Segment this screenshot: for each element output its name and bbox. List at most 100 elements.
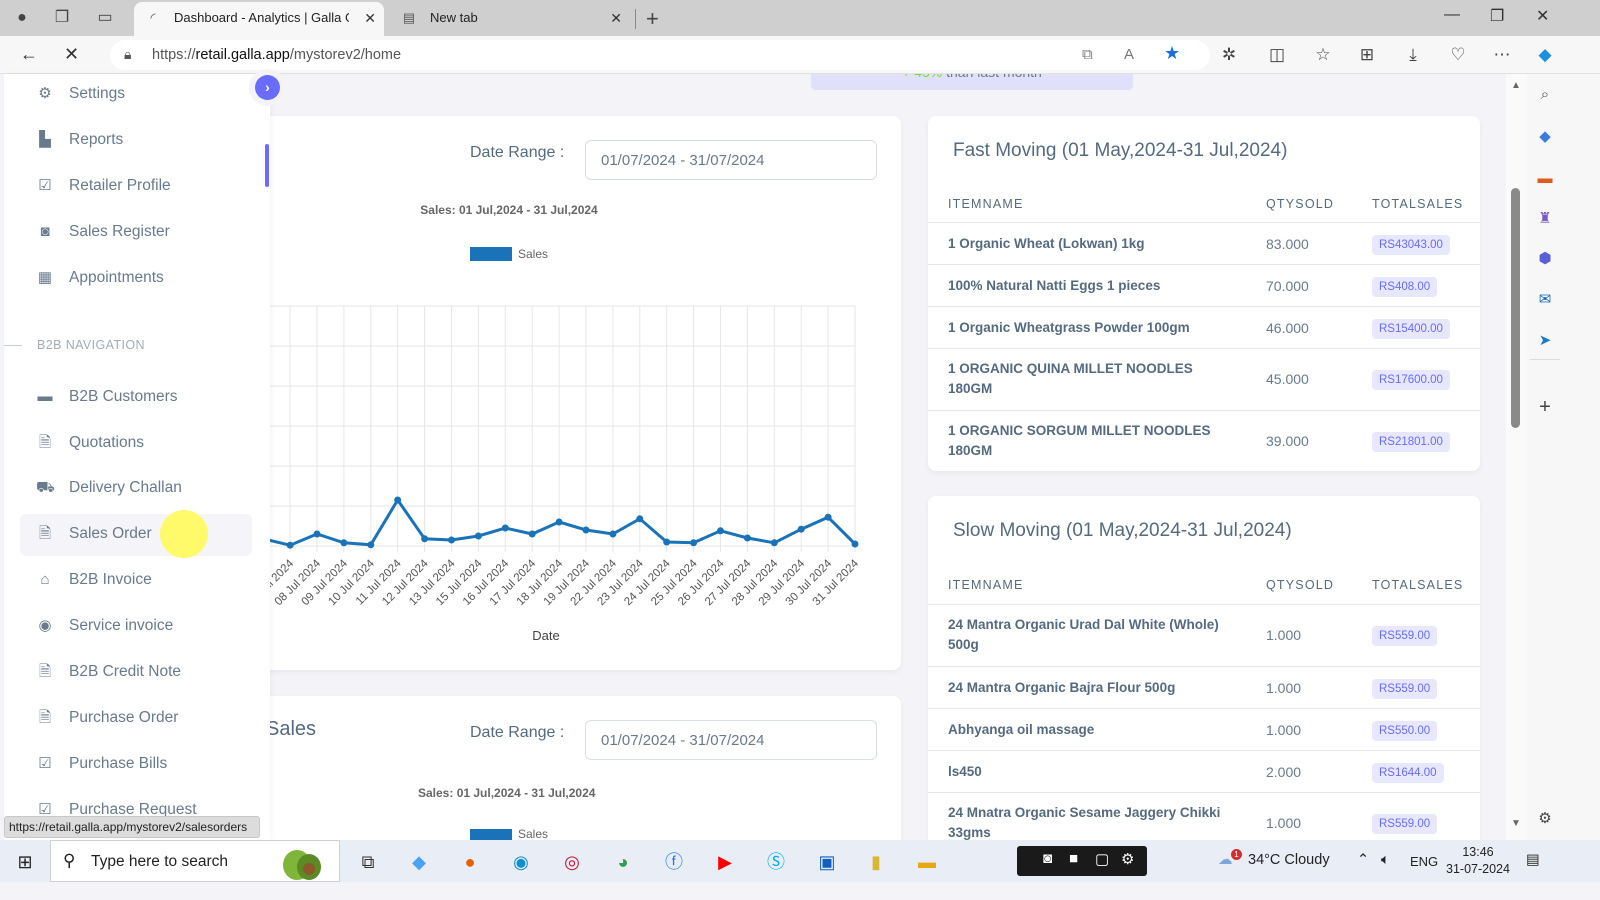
edge-icon[interactable]: ◉	[508, 850, 534, 874]
data-point[interactable]	[851, 540, 859, 548]
table-row[interactable]: Abhyanga oil massage 1.000 RS550.00	[928, 708, 1480, 750]
sidebar-item-settings[interactable]: ⚙ Settings	[20, 74, 252, 116]
new-tab-button[interactable]: +	[646, 6, 659, 32]
app-icon[interactable]: ▮	[863, 850, 889, 874]
table-row[interactable]: 1 Organic Wheatgrass Powder 100gm 46.000…	[928, 306, 1480, 348]
table-row[interactable]: ls450 2.000 RS1644.00	[928, 750, 1480, 792]
volume-icon[interactable]: 🔈︎	[1381, 852, 1390, 868]
stop-loading-button[interactable]: ✕	[64, 44, 79, 65]
settings-gear-icon[interactable]: ⚙	[1534, 808, 1556, 830]
data-point[interactable]	[663, 538, 671, 546]
data-point[interactable]	[286, 541, 294, 549]
store-icon[interactable]: ▣	[814, 850, 840, 874]
data-point[interactable]	[690, 539, 698, 547]
data-point[interactable]	[474, 532, 482, 540]
data-point[interactable]	[636, 515, 644, 523]
favorites-icon[interactable]: ☆	[1312, 45, 1334, 65]
table-row[interactable]: 1 Organic Wheat (Lokwan) 1kg 83.000 RS43…	[928, 222, 1480, 264]
close-tab-icon[interactable]: ✕	[364, 2, 376, 34]
copilot-app-icon[interactable]: ◆	[406, 850, 432, 874]
scroll-up-arrow[interactable]: ▲	[1511, 80, 1521, 91]
data-point[interactable]	[555, 518, 563, 526]
data-point[interactable]	[448, 536, 455, 544]
data-point[interactable]	[609, 530, 617, 538]
date-range-input[interactable]: 01/07/2024 - 31/07/2024	[585, 720, 877, 760]
extensions-icon[interactable]: ✲	[1218, 45, 1240, 65]
sidebar-item-purchase-order[interactable]: 🗎︎ Purchase Order	[20, 698, 252, 740]
table-row[interactable]: 1 ORGANIC QUINA MILLET NOODLES 180GM 45.…	[928, 348, 1480, 410]
data-point[interactable]	[501, 524, 509, 532]
sidebar-item-service-invoice[interactable]: ◉ Service invoice	[20, 606, 252, 648]
tab-new-tab[interactable]: ▤ New tab ✕	[390, 2, 630, 36]
restore-button[interactable]: ❐	[1490, 6, 1504, 26]
search-icon[interactable]: ⌕	[1534, 84, 1556, 106]
sidebar-item-sales-order[interactable]: 🗎︎ Sales Order	[20, 514, 252, 556]
minimize-button[interactable]: —	[1444, 6, 1460, 24]
windows-start-icon[interactable]: ⊞	[12, 850, 38, 874]
taskbar-search[interactable]: ⚲ Type here to search	[50, 840, 340, 882]
date-range-input[interactable]: 01/07/2024 - 31/07/2024	[585, 140, 877, 180]
collections-icon[interactable]: ⊞	[1356, 45, 1378, 65]
scroll-down-arrow[interactable]: ▼	[1511, 818, 1521, 829]
sidebar-item-delivery-challan[interactable]: ⛟ Delivery Challan	[20, 468, 252, 510]
games-icon[interactable]: ♜	[1534, 208, 1556, 230]
sidebar-item-retailer-profile[interactable]: ☑ Retailer Profile	[20, 166, 252, 208]
sidebar-item-b2b-credit-note[interactable]: 🗎︎ B2B Credit Note	[20, 652, 252, 694]
file-explorer-icon[interactable]: ▬	[914, 850, 940, 874]
data-point[interactable]	[340, 539, 348, 547]
copilot-icon[interactable]: ◆	[1534, 45, 1556, 65]
skype-icon[interactable]: Ⓢ	[763, 850, 789, 874]
chrome-icon[interactable]: ◕	[610, 850, 636, 874]
address-bar[interactable]: 🔒︎ https://retail.galla.app/mystorev2/ho…	[110, 40, 1210, 70]
table-row[interactable]: 24 Mantra Organic Urad Dal White (Whole)…	[928, 604, 1480, 666]
youtube-icon[interactable]: ▶	[712, 850, 738, 874]
data-point[interactable]	[421, 535, 429, 543]
downloads-icon[interactable]: ⤓	[1402, 45, 1424, 65]
profile-icon[interactable]: ●	[12, 8, 32, 28]
tab-dashboard[interactable]: ◜ Dashboard - Analytics | Galla GST ✕	[134, 2, 384, 36]
notifications-icon[interactable]: ▤	[1526, 852, 1540, 868]
data-point[interactable]	[394, 496, 402, 504]
data-point[interactable]	[528, 530, 536, 538]
add-panel-icon[interactable]: +	[1534, 396, 1556, 418]
read-aloud-icon[interactable]: A	[1124, 46, 1134, 63]
open-in-app-icon[interactable]: ⧉	[1082, 46, 1093, 63]
sidebar-item-b2b-invoice[interactable]: ⌂ B2B Invoice	[20, 560, 252, 602]
sidebar-item-sales-register[interactable]: ◙ Sales Register	[20, 212, 252, 254]
data-point[interactable]	[313, 530, 321, 538]
data-point[interactable]	[743, 534, 751, 542]
table-row[interactable]: 1 ORGANIC SORGUM MILLET NOODLES 180GM 39…	[928, 410, 1480, 471]
close-tab-icon[interactable]: ✕	[610, 2, 622, 34]
sidebar-item-appointments[interactable]: ▦ Appointments	[20, 258, 252, 300]
sidebar-item-purchase-bills[interactable]: ☑ Purchase Bills	[20, 744, 252, 786]
favorite-star-icon[interactable]: ★	[1164, 43, 1180, 64]
split-screen-icon[interactable]: ◫	[1266, 45, 1288, 65]
outlook-icon[interactable]: ✉	[1534, 289, 1556, 311]
scrollbar-thumb[interactable]	[1511, 188, 1520, 428]
data-point[interactable]	[582, 526, 590, 534]
facebook-icon[interactable]: ⓕ	[661, 850, 687, 874]
capture-settings-icon[interactable]: ⚙	[1121, 850, 1134, 868]
camera-icon[interactable]: ◙	[1043, 850, 1052, 867]
tools-icon[interactable]: ▬	[1534, 168, 1556, 190]
language-indicator[interactable]: ENG	[1410, 854, 1438, 869]
sidebar-item-quotations[interactable]: 🗎︎ Quotations	[20, 423, 252, 465]
tray-overflow-icon[interactable]: ⌃	[1357, 852, 1369, 868]
weather-text[interactable]: 34°C Cloudy	[1248, 852, 1330, 868]
microsoft365-icon[interactable]: ⬢	[1534, 248, 1556, 270]
browser-essentials-icon[interactable]: ♡	[1447, 45, 1469, 65]
video-icon[interactable]: ■	[1069, 850, 1078, 867]
data-point[interactable]	[824, 513, 832, 521]
lock-icon[interactable]: 🔒︎	[124, 46, 131, 63]
send-icon[interactable]: ➤	[1534, 330, 1556, 352]
more-menu-icon[interactable]: ⋯	[1491, 45, 1513, 65]
sidebar-item-b2b-customers[interactable]: ▬ B2B Customers	[20, 377, 252, 419]
firefox-icon[interactable]: ●	[457, 850, 483, 874]
table-row[interactable]: 100% Natural Natti Eggs 1 pieces 70.000 …	[928, 264, 1480, 306]
back-button[interactable]: ←	[20, 44, 38, 65]
window-capture-icon[interactable]: ▢	[1095, 850, 1109, 868]
data-point[interactable]	[770, 539, 778, 547]
recorder-icon[interactable]: ◎	[559, 850, 585, 874]
data-point[interactable]	[367, 541, 375, 549]
shopping-tag-icon[interactable]: ◆	[1534, 126, 1556, 148]
